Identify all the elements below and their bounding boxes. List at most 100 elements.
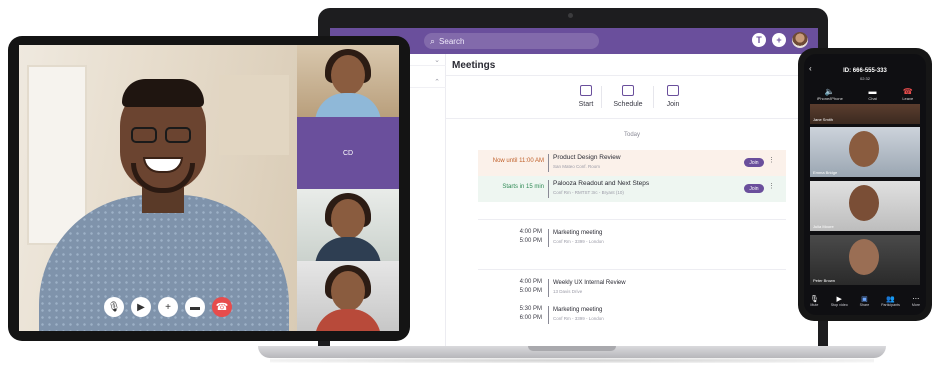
pin-icon[interactable]: T bbox=[752, 33, 766, 47]
divider bbox=[548, 279, 549, 297]
chat-icon[interactable]: ▬ bbox=[185, 297, 205, 317]
schedule-label: Schedule bbox=[613, 101, 643, 108]
meeting-row[interactable]: 5:30 PM 6:00 PM Marketing meeting Conf R… bbox=[478, 305, 786, 331]
phone-bottom-bar: 🎙 Mute ▶ Stop video ▣ Share 👥 Participants ⋯… bbox=[804, 295, 926, 307]
join-meeting-button[interactable]: Join bbox=[744, 184, 764, 193]
more-options-icon[interactable]: ⋮ bbox=[768, 157, 775, 164]
leave-icon: ☎ bbox=[902, 87, 913, 96]
meeting-start-time: 5:30 PM bbox=[519, 306, 542, 312]
meeting-title: Product Design Review bbox=[553, 154, 621, 161]
join-label: Join bbox=[666, 101, 680, 108]
participant-face bbox=[849, 131, 879, 167]
speaker-button[interactable]: 🔈 iPhone/iPhone bbox=[817, 87, 843, 101]
video-camera-icon: ▶ bbox=[836, 296, 842, 303]
end-call-icon[interactable]: ☎ bbox=[212, 297, 232, 317]
participant-thumbnail[interactable] bbox=[297, 45, 399, 117]
meeting-title: Marketing meeting bbox=[553, 307, 603, 313]
participant-thumbnail[interactable]: CD bbox=[297, 117, 399, 189]
share-icon: ▣ bbox=[861, 296, 868, 303]
page-title: Meetings bbox=[452, 60, 496, 71]
chat-icon: ▬ bbox=[868, 87, 877, 96]
meeting-row[interactable]: 4:00 PM 5:00 PM Weekly UX Internal Revie… bbox=[478, 269, 786, 304]
phone-top-actions: 🔈 iPhone/iPhone ▬ Chat ☎ Leave bbox=[804, 87, 926, 101]
participant-name: Julia Moore bbox=[813, 224, 834, 229]
speaker-glasses bbox=[165, 127, 191, 143]
participants-button[interactable]: 👥 Participants bbox=[881, 295, 900, 307]
meeting-row[interactable]: Now until 11:00 AM Product Design Review… bbox=[478, 150, 786, 176]
stop-video-label: Stop video bbox=[830, 303, 848, 307]
share-button[interactable]: ▣ Share bbox=[860, 295, 870, 307]
meeting-id: ID: 666-555-333 bbox=[843, 68, 887, 74]
meeting-end-time: 5:00 PM bbox=[519, 288, 542, 294]
meeting-row[interactable]: 4:00 PM 5:00 PM Marketing meeting Conf R… bbox=[478, 219, 786, 254]
participant-thumbnail[interactable] bbox=[297, 261, 399, 331]
participant-face bbox=[331, 271, 365, 311]
leave-button[interactable]: ☎ Leave bbox=[902, 87, 913, 101]
start-label: Start bbox=[578, 101, 594, 108]
stop-video-button[interactable]: ▶ Stop video bbox=[831, 295, 848, 307]
meeting-row[interactable]: Starts in 15 min Palooza Readout and Nex… bbox=[478, 176, 786, 202]
participant-body bbox=[315, 309, 381, 331]
divider bbox=[446, 118, 818, 119]
divider bbox=[548, 229, 549, 247]
participant-face bbox=[331, 55, 365, 95]
product-showcase: ‹ › ⌕ Search T + ⌄ ⌃ Meetings Start Sche… bbox=[0, 0, 939, 365]
divider bbox=[601, 86, 602, 108]
more-icon: ⋯ bbox=[912, 296, 920, 303]
join-button[interactable]: Join bbox=[653, 85, 693, 108]
schedule-button[interactable]: Schedule bbox=[608, 85, 648, 108]
search-icon: ⌕ bbox=[430, 35, 436, 46]
more-options-icon[interactable]: ⋮ bbox=[768, 183, 775, 190]
participant-body bbox=[315, 93, 381, 117]
laptop-notch bbox=[528, 346, 616, 351]
meeting-status: Starts in 15 min bbox=[502, 184, 544, 190]
divider bbox=[548, 154, 549, 172]
participant-face bbox=[849, 239, 879, 275]
participant-tile[interactable]: Peter Brown bbox=[810, 235, 920, 285]
participant-body bbox=[315, 237, 381, 261]
speaker-label: iPhone/iPhone bbox=[816, 96, 843, 101]
join-meeting-button[interactable]: Join bbox=[744, 158, 764, 167]
participants-label: Participants bbox=[881, 303, 900, 307]
chevron-up-icon: ⌃ bbox=[434, 79, 440, 86]
tablet-screen: 🎙 ▶ + ▬ ☎ CD bbox=[19, 45, 399, 331]
chat-button[interactable]: ▬ Chat bbox=[868, 87, 876, 101]
avatar[interactable] bbox=[792, 32, 808, 48]
add-icon[interactable]: + bbox=[158, 297, 178, 317]
active-speaker-video[interactable]: 🎙 ▶ + ▬ ☎ bbox=[19, 45, 297, 331]
background-shelf bbox=[219, 75, 289, 155]
mute-button[interactable]: 🎙 Mute bbox=[810, 295, 819, 307]
chevron-down-icon: ⌄ bbox=[434, 57, 440, 64]
laptop-camera bbox=[568, 13, 573, 18]
microphone-icon: 🎙 bbox=[809, 296, 819, 303]
leave-label: Leave bbox=[902, 96, 914, 101]
speaker-hair bbox=[122, 79, 204, 107]
meeting-title: Marketing meeting bbox=[553, 230, 603, 236]
meeting-start-time: 4:00 PM bbox=[519, 279, 542, 285]
participants-icon: 👥 bbox=[886, 296, 895, 303]
share-label: Share bbox=[859, 303, 870, 307]
add-icon[interactable]: + bbox=[772, 33, 786, 47]
meeting-location: Conf Rm - 3399 - London bbox=[553, 239, 604, 244]
participant-tile[interactable]: Julia Moore bbox=[810, 181, 920, 231]
meeting-title: Weekly UX Internal Review bbox=[553, 280, 626, 286]
divider bbox=[548, 180, 549, 198]
participant-tile[interactable]: Jane Smith bbox=[810, 104, 920, 124]
video-camera-icon[interactable]: ▶ bbox=[131, 297, 151, 317]
chat-label: Chat bbox=[868, 96, 877, 101]
meeting-location: Conf Rm - RMTST 3rc - Bryant (10) bbox=[553, 190, 624, 195]
participant-face bbox=[331, 199, 365, 239]
participant-name: Jane Smith bbox=[813, 117, 834, 122]
participant-thumbnail[interactable] bbox=[297, 189, 399, 261]
meeting-location: 13 Davis Drive bbox=[553, 289, 583, 294]
more-label: More bbox=[911, 303, 921, 307]
start-button[interactable]: Start bbox=[566, 85, 606, 108]
laptop-shadow bbox=[270, 358, 874, 363]
search-input[interactable]: ⌕ Search bbox=[424, 33, 599, 49]
meeting-status: Now until 11:00 AM bbox=[492, 158, 544, 164]
participant-tile[interactable]: Emma Bridge bbox=[810, 127, 920, 177]
meeting-title: Palooza Readout and Next Steps bbox=[553, 180, 650, 187]
meeting-end-time: 5:00 PM bbox=[519, 238, 542, 244]
microphone-icon[interactable]: 🎙 bbox=[104, 297, 124, 317]
more-button[interactable]: ⋯ More bbox=[912, 295, 920, 307]
